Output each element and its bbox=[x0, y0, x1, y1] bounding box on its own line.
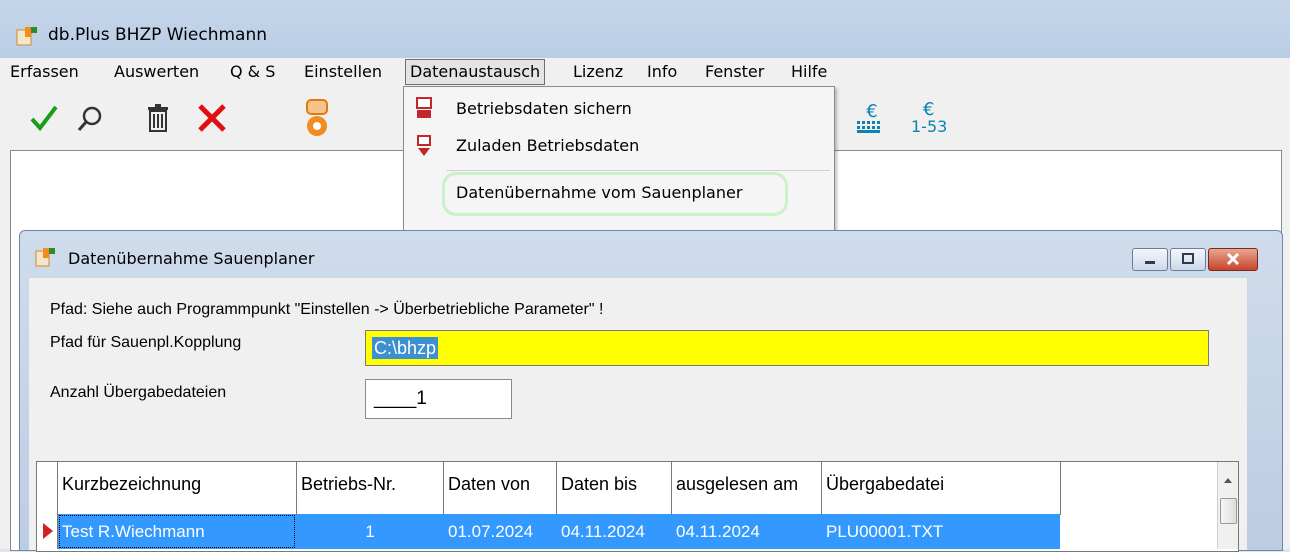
dialog-app-icon bbox=[35, 248, 55, 267]
minimize-icon bbox=[1145, 261, 1155, 264]
menu-q-s[interactable]: Q & S bbox=[226, 60, 279, 84]
euro-grid-icon[interactable]: € bbox=[855, 98, 889, 138]
euro-range-label: 1-53 bbox=[911, 117, 948, 136]
menu-lizenz[interactable]: Lizenz bbox=[569, 60, 627, 84]
menu-separator bbox=[446, 170, 830, 171]
col-header-betriebs-nr[interactable]: Betriebs-Nr. bbox=[297, 462, 444, 515]
row-pointer-icon bbox=[43, 523, 53, 539]
search-icon[interactable] bbox=[72, 98, 108, 138]
cell-kurzbezeichnung[interactable]: Test R.Wiechmann bbox=[62, 514, 292, 549]
menu-datenuebernahme-sauenplaner[interactable]: Datenübernahme vom Sauenplaner bbox=[456, 183, 742, 202]
delete-x-icon[interactable] bbox=[192, 98, 232, 138]
vertical-scrollbar[interactable] bbox=[1217, 462, 1238, 549]
col-header-daten-von[interactable]: Daten von bbox=[444, 462, 557, 515]
euro-range-icon[interactable]: € 1-53 bbox=[897, 98, 953, 138]
count-label: Anzahl Übergabedateien bbox=[50, 384, 227, 401]
scroll-up-icon[interactable] bbox=[1223, 476, 1233, 484]
menu-erfassen[interactable]: Erfassen bbox=[6, 60, 83, 84]
menu-bar: Erfassen Auswerten Q & S Einstellen Date… bbox=[0, 58, 1290, 89]
count-input[interactable]: ____1 bbox=[365, 379, 512, 419]
restore-icon bbox=[1182, 253, 1194, 264]
dialog-title: Datenübernahme Sauenplaner bbox=[68, 249, 315, 268]
trash-icon[interactable] bbox=[140, 98, 176, 138]
menu-einstellen[interactable]: Einstellen bbox=[300, 60, 386, 84]
sow-icon[interactable] bbox=[297, 98, 337, 138]
count-input-value: ____1 bbox=[374, 388, 427, 409]
menu-hilfe[interactable]: Hilfe bbox=[787, 60, 831, 84]
title-bar: db.Plus BHZP Wiechmann bbox=[0, 0, 1290, 58]
datenaustausch-dropdown: Betriebsdaten sichern Zuladen Betriebsda… bbox=[403, 86, 835, 233]
cell-betriebs-nr[interactable]: 1 bbox=[297, 514, 443, 549]
menu-betriebsdaten-sichern[interactable]: Betriebsdaten sichern bbox=[456, 99, 632, 118]
minimize-button[interactable] bbox=[1132, 248, 1168, 271]
cell-daten-bis[interactable]: 04.11.2024 bbox=[561, 514, 671, 549]
path-info-text: Pfad: Siehe auch Programmpunkt "Einstell… bbox=[50, 301, 604, 318]
cell-ausgelesen-am[interactable]: 04.11.2024 bbox=[676, 514, 821, 549]
save-data-icon bbox=[416, 97, 432, 118]
menu-fenster[interactable]: Fenster bbox=[701, 60, 768, 84]
col-header-ausgelesen-am[interactable]: ausgelesen am bbox=[672, 462, 822, 515]
menu-datenaustausch[interactable]: Datenaustausch bbox=[405, 59, 546, 85]
window-title: db.Plus BHZP Wiechmann bbox=[48, 25, 268, 45]
path-input-value: C:\bhzp bbox=[372, 337, 439, 359]
app-logo-icon bbox=[16, 27, 37, 46]
col-header-daten-bis[interactable]: Daten bis bbox=[557, 462, 672, 515]
load-data-icon bbox=[417, 135, 431, 156]
cell-uebergabedatei[interactable]: PLU00001.TXT bbox=[826, 514, 1056, 549]
close-button[interactable] bbox=[1208, 248, 1258, 271]
cell-daten-von[interactable]: 01.07.2024 bbox=[448, 514, 556, 549]
dialog-window: Datenübernahme Sauenplaner Pfad: Siehe a… bbox=[19, 230, 1283, 552]
checkmark-icon[interactable] bbox=[26, 98, 62, 138]
menu-info[interactable]: Info bbox=[643, 60, 681, 84]
close-icon bbox=[1226, 252, 1240, 266]
maximize-button[interactable] bbox=[1170, 248, 1206, 271]
path-input[interactable]: C:\bhzp bbox=[365, 330, 1209, 366]
data-grid[interactable]: Kurzbezeichnung Betriebs-Nr. Daten von D… bbox=[36, 461, 1239, 552]
row-header-column bbox=[37, 462, 58, 549]
scroll-thumb[interactable] bbox=[1220, 498, 1237, 524]
col-header-uebergabedatei[interactable]: Übergabedatei bbox=[822, 462, 1061, 515]
col-header-kurzbezeichnung[interactable]: Kurzbezeichnung bbox=[58, 462, 297, 515]
dialog-body: Pfad: Siehe auch Programmpunkt "Einstell… bbox=[29, 278, 1247, 552]
menu-auswerten[interactable]: Auswerten bbox=[110, 60, 203, 84]
menu-zuladen-betriebsdaten[interactable]: Zuladen Betriebsdaten bbox=[456, 136, 639, 155]
path-label: Pfad für Sauenpl.Kopplung bbox=[50, 334, 242, 351]
